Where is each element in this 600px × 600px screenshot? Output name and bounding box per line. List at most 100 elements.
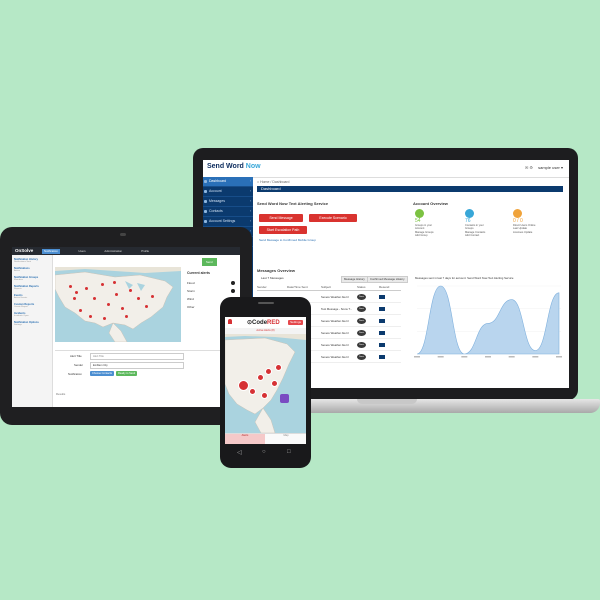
top-icons[interactable]: ✉ ⚙: [525, 165, 533, 170]
settings-button[interactable]: Settings: [288, 320, 303, 325]
x-tick-label: [461, 356, 468, 358]
overview-card[interactable]: 76 Contacts in your Groups Manage Contacts A…: [465, 209, 491, 238]
tablet-tab[interactable]: Users: [76, 249, 87, 254]
map-pin-icon[interactable]: [93, 297, 96, 300]
tablet-sidebar-item[interactable]: Notification Reports Reports: [12, 285, 52, 294]
tablet-tab[interactable]: Profile: [139, 249, 151, 254]
tablet-sidebar-item[interactable]: Incidents Incidents Open: [12, 312, 52, 321]
map-pin-icon[interactable]: [89, 315, 92, 318]
resend-mail-icon[interactable]: [379, 294, 385, 299]
tablet-map[interactable]: [55, 267, 181, 342]
confirmed-history-button[interactable]: Confirmed Message History: [367, 276, 408, 283]
user-menu[interactable]: sample user ▾: [538, 165, 563, 170]
overview-card[interactable]: 54 Groups in your Account Manage Groups Add …: [415, 209, 441, 238]
subject-cell[interactable]: Severe Weather Alert I: [321, 295, 357, 299]
tablet-sidebar-item[interactable]: Notifications Active: [12, 267, 52, 276]
resend-mail-icon[interactable]: [379, 330, 385, 335]
choose-contacts-button[interactable]: Choose Contacts: [90, 371, 114, 376]
resend-mail-icon[interactable]: [379, 342, 385, 347]
map-pin-icon[interactable]: [129, 289, 132, 292]
map-pin-icon[interactable]: [145, 305, 148, 308]
tab-map[interactable]: Map: [266, 434, 306, 444]
alert-pin-purple[interactable]: [280, 394, 289, 403]
map-pin-icon[interactable]: [113, 281, 116, 284]
app-logo[interactable]: Send Word Now: [207, 163, 261, 170]
current-alert-row[interactable]: Storm: [187, 289, 235, 293]
chart-caption: Messages sent in last 7 days for account…: [415, 276, 514, 280]
sidebar-item[interactable]: Contacts ›: [203, 207, 253, 217]
map-pin-icon[interactable]: [257, 374, 264, 381]
map-pin-icon[interactable]: [265, 368, 272, 375]
tablet-sidebar-item[interactable]: Custom Reports Create Report: [12, 303, 52, 312]
sidebar-item[interactable]: Dashboard ›: [203, 177, 253, 187]
sidebar-item[interactable]: Account ›: [203, 187, 253, 197]
execute-scenario-button[interactable]: Execute Scenario: [309, 214, 357, 222]
resend-mail-icon[interactable]: [379, 318, 385, 323]
subject-cell[interactable]: Severe Weather Alert I: [321, 331, 357, 335]
subject-cell[interactable]: Test Message - Snow T...: [321, 307, 357, 311]
map-pin-icon[interactable]: [121, 307, 124, 310]
resend-mail-icon[interactable]: [379, 306, 385, 311]
sender-select[interactable]: Emblem City: [90, 362, 184, 369]
chart-area-series: [416, 285, 560, 355]
overview-card[interactable]: 0 / 0 Direct Users Online Last Update Licen…: [513, 209, 539, 234]
tablet-subtabs: [55, 345, 238, 351]
map-pin-icon[interactable]: [103, 317, 106, 320]
tablet-logo[interactable]: OnSolve: [15, 248, 33, 253]
current-alert-row[interactable]: Flood: [187, 281, 235, 285]
ready-to-send-button[interactable]: Ready to Send: [116, 371, 138, 376]
map-pin-icon[interactable]: [73, 297, 76, 300]
back-icon[interactable]: ◁: [237, 449, 242, 456]
alert-title-input[interactable]: Alert Title: [90, 353, 184, 360]
column-header: Date/Time Sent: [287, 285, 308, 289]
message-history-button[interactable]: Message History: [341, 276, 368, 283]
breadcrumb[interactable]: ⌂ Home / Dashboard: [257, 180, 289, 184]
home-icon[interactable]: ○: [262, 449, 266, 455]
tablet-tab[interactable]: Administration: [102, 249, 124, 254]
phone-map[interactable]: [225, 334, 306, 433]
map-pin-icon[interactable]: [79, 309, 82, 312]
map-pin-icon[interactable]: [151, 295, 154, 298]
tab-alerts[interactable]: Alerts: [225, 434, 265, 444]
send-message-button[interactable]: Send Message: [259, 214, 303, 222]
sidebar-icon: [204, 180, 207, 183]
confirmed-mobile-link[interactable]: Send Message to Confirmed Mobile Group: [259, 238, 316, 242]
map-pin-icon[interactable]: [69, 285, 72, 288]
alert-title-label: Alert Title: [70, 354, 82, 358]
bell-icon[interactable]: [228, 319, 232, 324]
map-pin-icon[interactable]: [275, 364, 282, 371]
tablet-sidebar-item[interactable]: Events Active Events: [12, 294, 52, 303]
subject-cell[interactable]: Severe Weather Alert I: [321, 319, 357, 323]
map-pin-icon[interactable]: [101, 283, 104, 286]
alert-pin-large[interactable]: [238, 380, 249, 391]
send-button[interactable]: Send: [202, 258, 217, 266]
map-pin-icon[interactable]: [261, 392, 268, 399]
tablet-tab[interactable]: Notification: [42, 248, 60, 254]
map-pin-icon[interactable]: [107, 303, 110, 306]
tablet-sidebar-item[interactable]: Notification Options Settings: [12, 321, 52, 330]
map-pin-icon[interactable]: [249, 388, 256, 395]
subject-cell[interactable]: Severe Weather Alert I: [321, 343, 357, 347]
current-alerts-title: Current alerts: [187, 271, 210, 275]
resend-mail-icon[interactable]: [379, 354, 385, 359]
map-pin-icon[interactable]: [75, 291, 78, 294]
sidebar-item-label: Messages: [209, 199, 225, 203]
tablet-sidebar-item[interactable]: Notification History Notifications Sent: [12, 258, 52, 267]
sidebar-item[interactable]: Messages ›: [203, 197, 253, 207]
map-pin-icon[interactable]: [271, 380, 278, 387]
recents-icon[interactable]: □: [287, 449, 291, 455]
sidebar-item[interactable]: Account Settings ›: [203, 217, 253, 227]
map-pin-icon[interactable]: [115, 293, 118, 296]
sidebar-icon: [204, 190, 207, 193]
map-pin-icon[interactable]: [125, 315, 128, 318]
current-alert-label: Storm: [187, 289, 196, 293]
subject-cell[interactable]: Severe Weather Alert I: [321, 355, 357, 359]
start-escalation-button[interactable]: Start Escalation Path: [259, 226, 307, 234]
tablet-sidebar-item[interactable]: Notification Groups Members: [12, 276, 52, 285]
column-header: Sender: [257, 285, 267, 289]
map-pin-icon[interactable]: [137, 297, 140, 300]
sidebar-item-label: Account Settings: [209, 219, 236, 223]
status-badge: Done: [357, 353, 366, 360]
chevron-right-icon: ›: [249, 179, 251, 183]
map-pin-icon[interactable]: [85, 287, 88, 290]
